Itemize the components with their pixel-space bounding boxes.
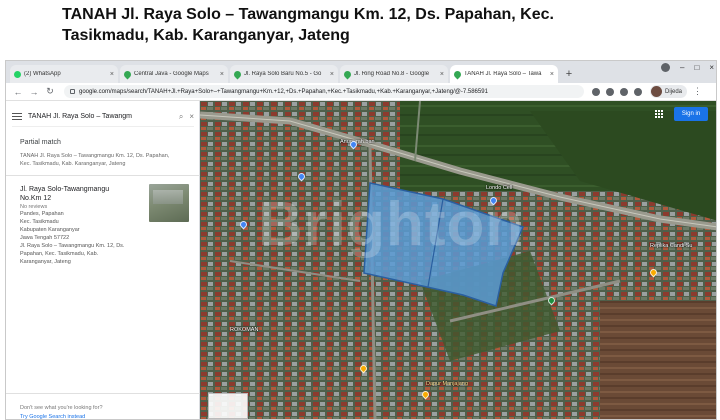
browser-screenshot: (2) WhatsApp × Central Java - Google Map… [5,60,717,420]
close-tab-icon[interactable]: × [440,71,444,78]
window-controls: – □ × [661,63,714,72]
tab-whatsapp[interactable]: (2) WhatsApp × [10,65,118,83]
maps-icon [452,69,463,79]
satellite-map[interactable]: Brighton Sign in Anugerah ban Londo Cell… [200,101,716,419]
satellite-imagery [200,101,716,419]
address-line: Pandes, Papahan [20,211,64,217]
lock-icon [70,89,75,94]
star-icon[interactable] [620,87,628,96]
address-line: Jawa Tengah 57722 [20,235,70,241]
location-icon[interactable] [592,87,600,96]
partial-match-heading: Partial match [20,139,61,146]
title-line-2: Tasikmadu, Kab. Karanganyar, Jateng [62,27,350,44]
map-label[interactable]: ROKOMAN [230,327,258,333]
result-thumbnail[interactable] [149,184,189,222]
share-icon[interactable] [606,87,614,96]
forward-arrow-icon[interactable]: → [28,87,40,97]
back-arrow-icon[interactable]: ← [12,87,24,97]
close-window-icon[interactable]: × [709,63,714,72]
tab-title: Central Java - Google Maps [134,71,209,77]
partial-detail-line: TANAH Jl. Raya Solo – Tawangmangu Km. 12… [20,153,170,159]
navigation-bar: ← → ↻ google.com/maps/search/TANAH+Jl.+R… [6,83,716,101]
apps-grid-icon[interactable] [655,110,664,119]
not-found-text: Don't see what you're looking for? [20,405,103,411]
result-name[interactable]: Jl. Raya Solo-Tawangmangu No.Km 12 [20,185,140,203]
tab-title: (2) WhatsApp [24,71,61,77]
clear-icon[interactable]: × [189,112,194,121]
search-icon[interactable]: ⌕ [179,112,183,122]
tab-title: TANAH Jl. Raya Solo – Tawa [464,71,542,77]
address-bar[interactable]: google.com/maps/search/TANAH+Jl.+Raya+So… [64,85,584,98]
tab-strip: (2) WhatsApp × Central Java - Google Map… [6,61,716,83]
toolbar-icons [592,87,642,96]
whatsapp-icon [14,70,21,78]
title-line-1: TANAH Jl. Raya Solo – Tawangmangu Km. 12… [62,6,554,23]
maps-side-panel: TANAH Jl. Raya Solo – Tawangm ⌕ × Partia… [6,101,200,419]
url-text: google.com/maps/search/TANAH+Jl.+Raya+So… [79,88,488,95]
more-menu-icon[interactable]: ⋮ [693,86,702,97]
close-tab-icon[interactable]: × [550,71,554,78]
layers-thumbnail[interactable] [208,393,248,419]
menu-icon[interactable] [12,113,22,120]
tab-title: Jl. Raya Solo Baru No.5 - Go [244,71,322,77]
result-address: Pandes, Papahan Kec. Tasikmadu Kabupaten… [20,210,140,266]
search-result[interactable]: Jl. Raya Solo-Tawangmangu No.Km 12 No re… [20,185,140,266]
maps-icon [232,69,243,79]
map-label[interactable]: Dapur Manjajang [426,381,468,387]
address-line: Papahan, Kec. Tasikmadu, Kab. [20,251,99,257]
tab-tanah-active[interactable]: TANAH Jl. Raya Solo – Tawa × [450,65,558,83]
avatar [651,86,662,97]
partial-detail-line: Kec. Tasikmadu, Kab. Karanganyar, Jateng [20,161,126,167]
close-tab-icon[interactable]: × [220,71,224,78]
profile-name: Dijeda [665,88,683,95]
tab-central-java[interactable]: Central Java - Google Maps × [120,65,228,83]
account-icon[interactable] [661,63,671,72]
close-tab-icon[interactable]: × [330,71,334,78]
close-tab-icon[interactable]: × [110,71,114,78]
tab-ring-road[interactable]: Jl. Ring Road No.8 - Google × [340,65,448,83]
profile-chip[interactable]: Dijeda [650,85,688,98]
new-tab-button[interactable]: + [562,65,576,83]
minimize-icon[interactable]: – [680,63,684,72]
address-line: Karanganyar, Jateng [20,259,71,265]
result-name-line: No.Km 12 [20,195,52,202]
try-google-search-link[interactable]: Try Google Search instead [20,414,85,419]
extensions-icon[interactable] [634,87,642,96]
search-input[interactable]: TANAH Jl. Raya Solo – Tawangm [28,113,173,120]
partial-match-detail: TANAH Jl. Raya Solo – Tawangmangu Km. 12… [20,152,192,168]
map-label[interactable]: Replika Candi Su [650,243,693,249]
maps-icon [122,69,133,79]
reload-icon[interactable]: ↻ [44,86,56,97]
map-label[interactable]: Londo Cell [486,185,512,191]
maps-search-box[interactable]: TANAH Jl. Raya Solo – Tawangm ⌕ × [12,107,194,127]
divider [6,175,200,176]
address-line: Kec. Tasikmadu [20,219,59,225]
maximize-icon[interactable]: □ [694,63,699,72]
result-name-line: Jl. Raya Solo-Tawangmangu [20,186,110,193]
tab-solo-baru[interactable]: Jl. Raya Solo Baru No.5 - Go × [230,65,338,83]
divider [6,393,200,394]
tab-title: Jl. Ring Road No.8 - Google [354,71,430,77]
sign-in-button[interactable]: Sign in [674,107,708,121]
brighton-watermark: Brighton [258,190,525,259]
address-line: Jl. Raya Solo – Tawangmangu Km. 12, Ds. [20,243,125,249]
maps-icon [342,69,353,79]
address-line: Kabupaten Karanganyar [20,227,80,233]
listing-title: TANAH Jl. Raya Solo – Tawangmangu Km. 12… [62,4,662,46]
